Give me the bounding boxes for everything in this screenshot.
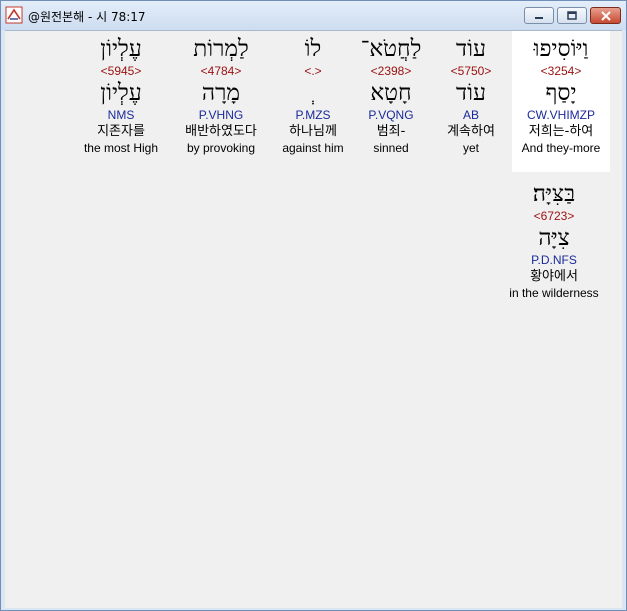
- morphology-code: P.VHNG: [198, 108, 244, 122]
- bible-app-icon: [5, 6, 23, 24]
- hebrew-lemma: צִיָּה: [538, 225, 570, 251]
- strong-number[interactable]: <4784>: [171, 63, 271, 79]
- maximize-button[interactable]: [557, 7, 587, 24]
- strong-number[interactable]: <5750>: [431, 63, 511, 79]
- hebrew-word: עוֹד: [456, 36, 486, 62]
- close-icon: [600, 10, 611, 21]
- hebrew-word: לוֹ: [304, 36, 322, 62]
- morphology-code: P.VQNG: [368, 108, 414, 122]
- hebrew-lemma: עוֹד: [456, 80, 486, 106]
- word-column[interactable]: עֶלְיוֹן <5945> עֶלְיוֹן NMS 지존자를 the mo…: [75, 31, 167, 156]
- minimize-icon: [535, 16, 543, 19]
- strong-number[interactable]: <.>: [273, 63, 353, 79]
- english-gloss: by provoking: [186, 141, 256, 155]
- hebrew-word: עֶלְיוֹן: [100, 36, 142, 62]
- morphology-code: CW.VHIMZP: [527, 108, 595, 122]
- hebrew-word: לַחֲטֹא־: [360, 36, 422, 62]
- hebrew-word: לַמְרוֹת: [193, 36, 249, 62]
- korean-gloss: 배반하였도다: [185, 124, 257, 139]
- strong-number[interactable]: <5945>: [75, 63, 167, 79]
- morphology-code: NMS: [107, 108, 135, 122]
- word-column[interactable]: בַּצִּיָּה׃ <6723> צִיָּה P.D.NFS 황야에서 i…: [501, 176, 607, 301]
- interlinear-panel: וַיּוֹסִיפוּ <3254> יָסַף CW.VHIMZP 저희는-…: [5, 30, 622, 608]
- english-gloss: against him: [282, 141, 344, 155]
- word-column[interactable]: לוֹ <.> ְ P.MZS 하나님께 against him: [273, 31, 353, 156]
- morphology-code: AB: [462, 108, 479, 122]
- korean-gloss: 지존자를: [97, 124, 145, 139]
- english-gloss: sinned: [373, 141, 409, 155]
- korean-gloss: 황야에서: [530, 269, 578, 284]
- close-button[interactable]: [590, 7, 621, 24]
- hebrew-lemma: ְ: [273, 79, 353, 107]
- strong-number[interactable]: <6723>: [501, 208, 607, 224]
- korean-gloss: 범죄-: [376, 124, 406, 139]
- hebrew-lemma: מָרָה: [201, 80, 241, 106]
- strong-number[interactable]: <2398>: [351, 63, 431, 79]
- morphology-code: P.MZS: [295, 108, 331, 122]
- hebrew-lemma: חָטָא: [370, 80, 412, 106]
- word-column[interactable]: לַמְרוֹת <4784> מָרָה P.VHNG 배반하였도다 by p…: [171, 31, 271, 156]
- title-bar[interactable]: @원전본해 - 시 78:17: [1, 1, 626, 30]
- strong-number[interactable]: <3254>: [512, 63, 610, 79]
- maximize-icon: [567, 11, 577, 20]
- word-column[interactable]: עוֹד <5750> עוֹד AB 계속하여 yet: [431, 31, 511, 156]
- morphology-code: P.D.NFS: [531, 253, 577, 267]
- korean-gloss: 계속하여: [447, 124, 495, 139]
- word-column[interactable]: וַיּוֹסִיפוּ <3254> יָסַף CW.VHIMZP 저희는-…: [512, 31, 610, 172]
- english-gloss: in the wilderness: [509, 286, 599, 300]
- english-gloss: And they-more: [521, 141, 601, 155]
- app-window: @원전본해 - 시 78:17 וַיּוֹסִיפוּ <3254> יָסַ…: [0, 0, 627, 611]
- hebrew-lemma: עֶלְיוֹן: [100, 80, 142, 106]
- korean-gloss: 저희는-하여: [528, 124, 594, 139]
- word-column[interactable]: לַחֲטֹא־ <2398> חָטָא P.VQNG 범죄- sinned: [351, 31, 431, 156]
- english-gloss: the most High: [83, 141, 159, 155]
- hebrew-lemma: יָסַף: [545, 80, 577, 106]
- korean-gloss: 하나님께: [289, 124, 337, 139]
- hebrew-word: בַּצִּיָּה׃: [532, 181, 576, 207]
- minimize-button[interactable]: [524, 7, 554, 24]
- english-gloss: yet: [462, 141, 479, 155]
- hebrew-word: וַיּוֹסִיפוּ: [533, 36, 589, 62]
- window-title: @원전본해 - 시 78:17: [28, 10, 146, 24]
